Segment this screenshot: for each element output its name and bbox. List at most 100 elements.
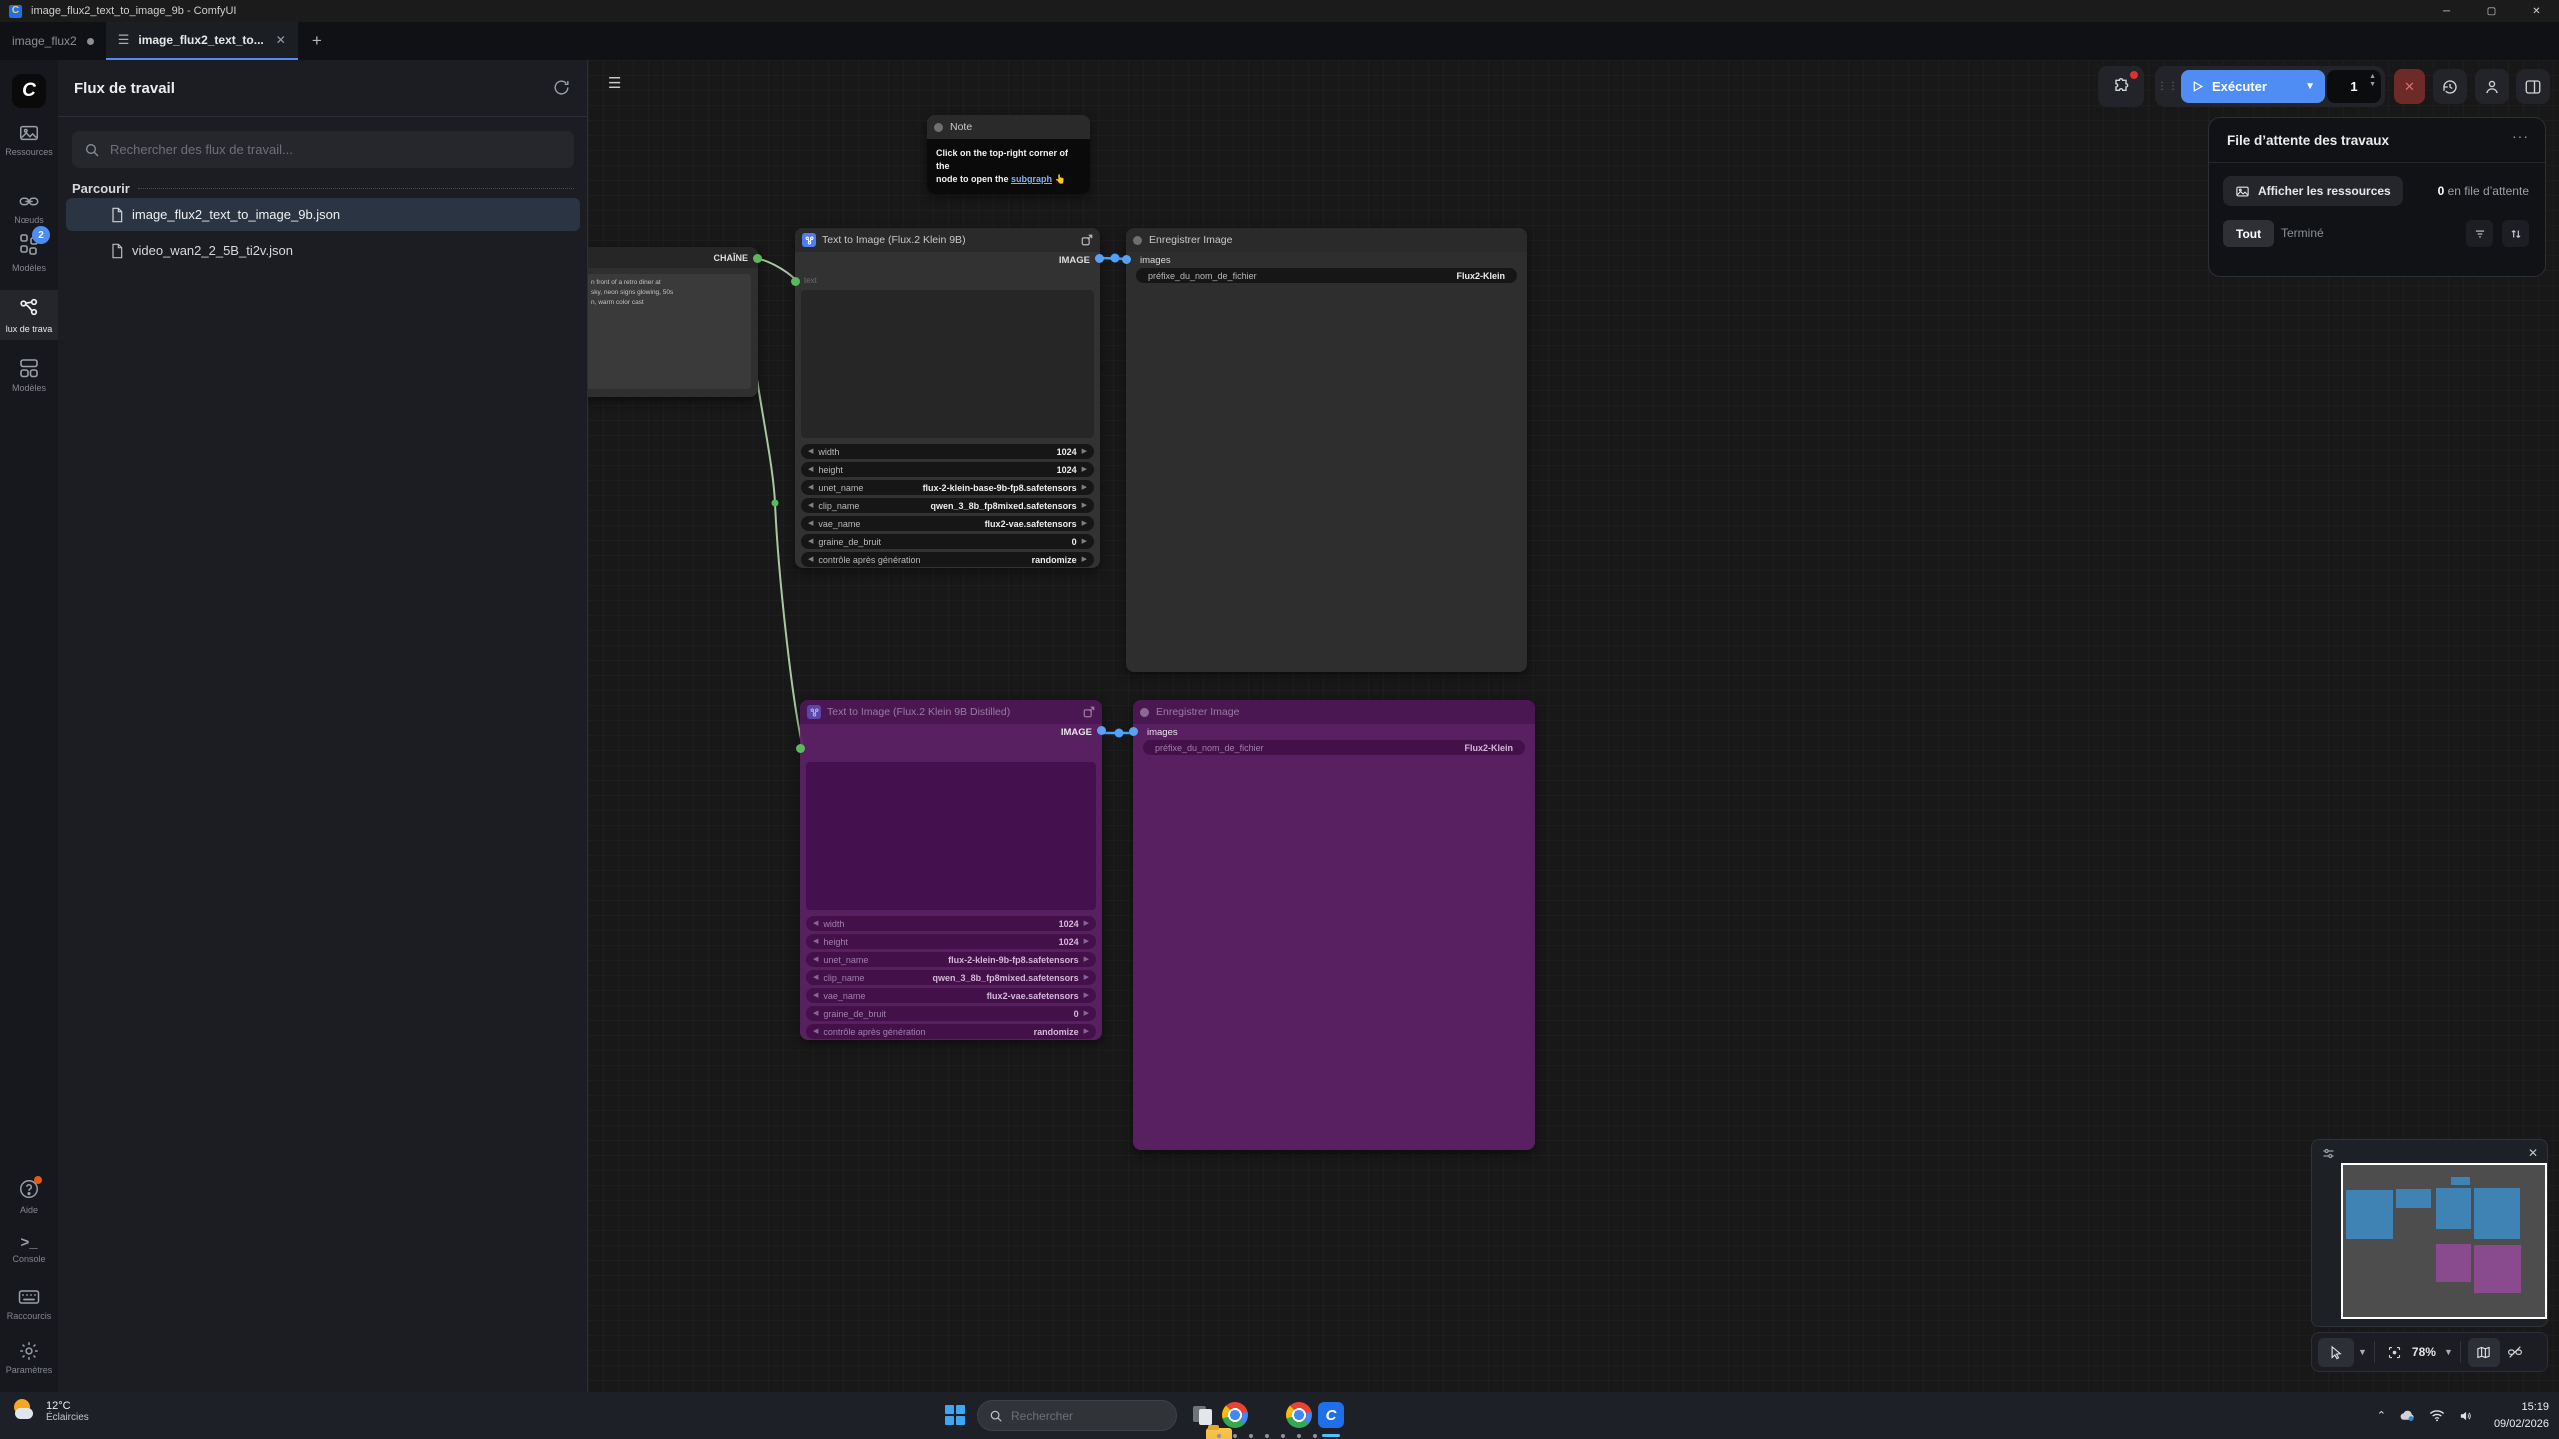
widget-height[interactable]: ◀height1024▶ — [801, 462, 1094, 477]
node-header[interactable]: Enregistrer Image — [1133, 700, 1535, 724]
drag-handle[interactable]: ⋮⋮ — [2155, 81, 2181, 92]
node-text-to-image-bypassed[interactable]: Text to Image (Flux.2 Klein 9B Distilled… — [800, 700, 1102, 1040]
collapse-dot-icon[interactable] — [1140, 708, 1149, 717]
node-header[interactable]: Enregistrer Image — [1126, 228, 1527, 252]
widget-width[interactable]: ◀width1024▶ — [801, 444, 1094, 459]
tab-image-flux2[interactable]: image_flux2 — [0, 22, 106, 60]
sidebar-item-noeuds[interactable]: Nœuds — [0, 190, 58, 225]
show-resources-button[interactable]: Afficher les ressources — [2223, 176, 2403, 206]
collapse-dot-icon[interactable] — [934, 123, 943, 132]
taskbar-search[interactable] — [977, 1400, 1177, 1431]
node-text-to-image[interactable]: Text to Image (Flux.2 Klein 9B) IMAGE te… — [795, 228, 1100, 568]
tab-image-flux2-text-to[interactable]: ☰ image_flux2_text_to... ✕ — [106, 22, 298, 60]
prompt-textarea[interactable] — [801, 290, 1094, 438]
prompt-textarea[interactable]: n front of a retro diner at sky, neon si… — [588, 274, 751, 389]
refresh-icon[interactable] — [552, 78, 571, 97]
batch-count-stepper[interactable]: 1 ▲▼ — [2327, 70, 2381, 103]
widget-control-after-generate[interactable]: ◀contrôle après générationrandomize▶ — [801, 552, 1094, 567]
run-options-chevron-icon[interactable]: ▼ — [2305, 81, 2315, 92]
toggle-links-button[interactable] — [2500, 1338, 2530, 1367]
new-tab-button[interactable]: + — [298, 22, 336, 60]
onedrive-cloud-icon[interactable] — [2399, 1409, 2416, 1422]
sidebar-item-modeles[interactable]: 2 Modèles — [0, 232, 58, 273]
text-input-dot[interactable] — [796, 744, 805, 753]
maximize-button[interactable]: ▢ — [2469, 0, 2514, 22]
close-button[interactable]: ✕ — [2514, 0, 2559, 22]
node-note[interactable]: Note Click on the top-right corner of th… — [927, 115, 1090, 194]
sidebar-item-parametres[interactable]: Paramètres — [0, 1340, 58, 1375]
widget-unet-name[interactable]: ◀unet_nameflux-2-klein-base-9b-fp8.safet… — [801, 480, 1094, 495]
filter-button[interactable] — [2466, 220, 2493, 247]
image-output-dot[interactable] — [1095, 254, 1104, 263]
prompt-textarea[interactable] — [806, 762, 1096, 910]
start-button[interactable] — [945, 1405, 965, 1425]
minimap-viewport[interactable] — [2341, 1163, 2547, 1319]
pointer-tool-chevron-icon[interactable]: ▼ — [2358, 1347, 2367, 1357]
workflow-file-item[interactable]: video_wan2_2_5B_ti2v.json — [66, 234, 580, 267]
history-button[interactable] — [2433, 69, 2467, 104]
widget-filename-prefix[interactable]: préfixe_du_nom_de_fichier Flux2-Klein — [1136, 268, 1517, 283]
minimap-settings-icon[interactable] — [2321, 1146, 2336, 1161]
run-button[interactable]: Exécuter ▼ — [2181, 70, 2325, 103]
node-header[interactable]: Note — [927, 115, 1090, 139]
sidebar-item-modeles-2[interactable]: Modèles — [0, 356, 58, 393]
widget-noise-seed[interactable]: ◀graine_de_bruit0▶ — [806, 1006, 1096, 1021]
workflow-search-input[interactable] — [110, 142, 562, 157]
tray-chevron-icon[interactable]: ⌃ — [2377, 1409, 2386, 1422]
taskbar-clock[interactable]: 15:19 09/02/2026 — [2494, 1399, 2549, 1432]
widget-width[interactable]: ◀width1024▶ — [806, 916, 1096, 931]
node-header[interactable]: CHAÎNE — [588, 247, 758, 268]
node-save-image[interactable]: Enregistrer Image images préfixe_du_nom_… — [1126, 228, 1527, 672]
open-subgraph-icon[interactable] — [1083, 706, 1095, 718]
toggle-panel-button[interactable] — [2516, 69, 2550, 104]
workflow-search[interactable] — [72, 131, 574, 168]
taskbar-search-input[interactable] — [1011, 1409, 1151, 1423]
chrome-icon[interactable] — [1222, 1402, 1248, 1428]
widget-vae-name[interactable]: ◀vae_nameflux2-vae.safetensors▶ — [801, 516, 1094, 531]
images-input-dot[interactable] — [1122, 255, 1131, 264]
node-header[interactable]: Text to Image (Flux.2 Klein 9B Distilled… — [800, 700, 1102, 724]
sidebar-item-console[interactable]: >_ Console — [0, 1234, 58, 1264]
zoom-chevron-icon[interactable]: ▼ — [2444, 1347, 2453, 1357]
images-input-dot[interactable] — [1129, 727, 1138, 736]
queue-menu-icon[interactable]: ··· — [2512, 128, 2529, 144]
minimize-button[interactable]: ─ — [2424, 0, 2469, 22]
widget-control-after-generate[interactable]: ◀contrôle après générationrandomize▶ — [806, 1024, 1096, 1039]
node-save-image-bypassed[interactable]: Enregistrer Image images préfixe_du_nom_… — [1133, 700, 1535, 1150]
node-prompt-text[interactable]: CHAÎNE n front of a retro diner at sky, … — [588, 247, 758, 397]
widget-vae-name[interactable]: ◀vae_nameflux2-vae.safetensors▶ — [806, 988, 1096, 1003]
image-output-dot[interactable] — [1097, 726, 1106, 735]
workflow-file-item[interactable]: image_flux2_text_to_image_9b.json — [66, 198, 580, 231]
extensions-button[interactable] — [2098, 66, 2144, 107]
widget-clip-name[interactable]: ◀clip_nameqwen_3_8b_fp8mixed.safetensors… — [801, 498, 1094, 513]
sort-button[interactable] — [2502, 220, 2529, 247]
wifi-icon[interactable] — [2429, 1409, 2445, 1422]
widget-filename-prefix[interactable]: préfixe_du_nom_de_fichier Flux2-Klein — [1143, 740, 1525, 755]
comfyui-taskbar-icon[interactable]: C — [1318, 1402, 1344, 1428]
open-subgraph-icon[interactable] — [1081, 234, 1093, 246]
stepper-arrows-icon[interactable]: ▲▼ — [2369, 73, 2376, 89]
widget-unet-name[interactable]: ◀unet_nameflux-2-klein-9b-fp8.safetensor… — [806, 952, 1096, 967]
cancel-run-button[interactable]: ✕ — [2394, 69, 2425, 104]
tab-close-icon[interactable]: ✕ — [276, 33, 286, 47]
node-header[interactable]: Text to Image (Flux.2 Klein 9B) — [795, 228, 1100, 252]
fit-view-button[interactable] — [2382, 1338, 2408, 1367]
minimap-toggle-button[interactable] — [2468, 1338, 2500, 1367]
sidebar-item-raccourcis[interactable]: Raccourcis — [0, 1286, 58, 1321]
queue-tab-done[interactable]: Terminé — [2281, 226, 2324, 240]
pointer-tool-button[interactable] — [2318, 1338, 2354, 1367]
widget-noise-seed[interactable]: ◀graine_de_bruit0▶ — [801, 534, 1094, 549]
chrome-profile-icon[interactable] — [1286, 1402, 1312, 1428]
collapse-dot-icon[interactable] — [1133, 236, 1142, 245]
sidebar-item-flux-de-travail[interactable]: lux de trava — [0, 290, 58, 340]
string-output-dot[interactable] — [753, 254, 762, 263]
minimap-panel[interactable]: ✕ — [2311, 1139, 2548, 1327]
subgraph-link[interactable]: subgraph — [1011, 174, 1052, 184]
text-input-dot[interactable] — [791, 277, 800, 286]
sidebar-item-aide[interactable]: Aide — [0, 1178, 58, 1215]
minimap-close-icon[interactable]: ✕ — [2528, 1146, 2538, 1160]
queue-tab-all[interactable]: Tout — [2223, 220, 2274, 247]
weather-widget[interactable]: 12°C Éclaircies — [12, 1398, 89, 1425]
tab-menu-icon[interactable]: ☰ — [118, 32, 130, 48]
widget-clip-name[interactable]: ◀clip_nameqwen_3_8b_fp8mixed.safetensors… — [806, 970, 1096, 985]
